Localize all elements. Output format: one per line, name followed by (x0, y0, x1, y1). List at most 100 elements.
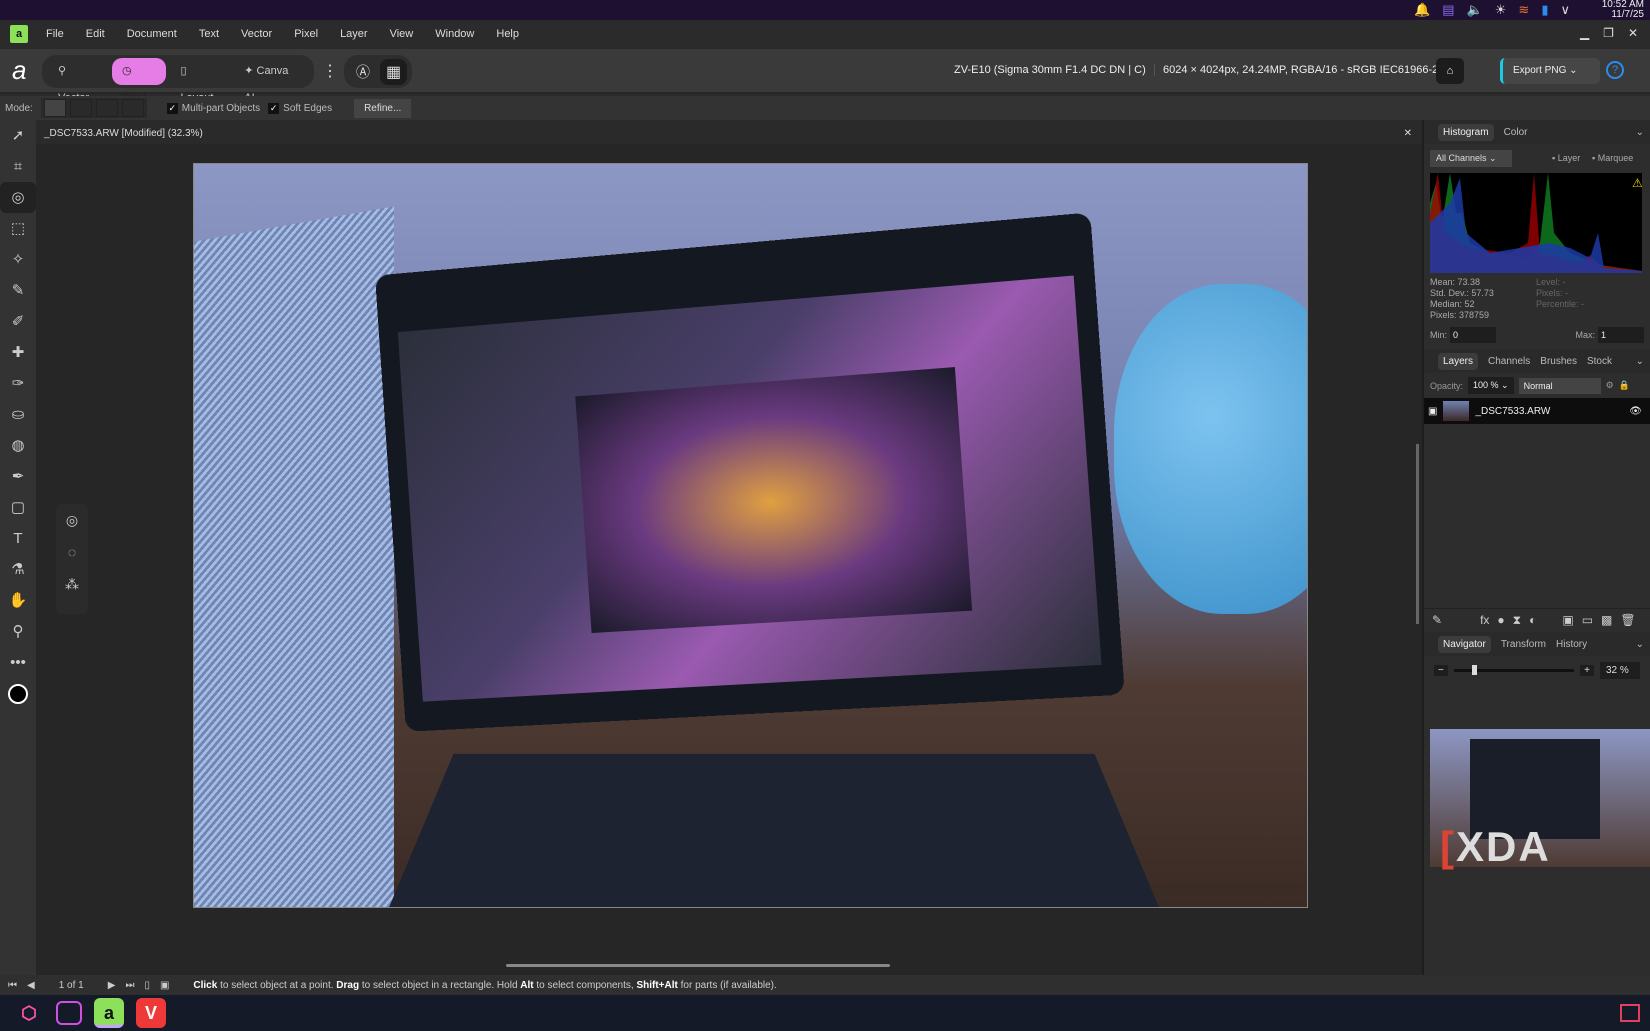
tab-history[interactable]: History (1556, 639, 1587, 650)
more-icon[interactable]: ⋮ (322, 61, 338, 81)
more-tools-icon[interactable]: ••• (0, 647, 36, 678)
multipart-checkbox[interactable]: ✓ Multi-part Objects (166, 102, 260, 114)
menu-text[interactable]: Text (199, 28, 219, 40)
selection-brush-icon[interactable]: ◎ (0, 182, 36, 213)
menu-help[interactable]: Help (496, 28, 519, 40)
tab-transform[interactable]: Transform (1501, 639, 1546, 650)
minimize-icon[interactable]: ▁ (1580, 26, 1589, 40)
pen-tool-icon[interactable]: ✒ (0, 461, 36, 492)
blend-mode-select[interactable]: Normal (1518, 377, 1601, 394)
battery-icon[interactable]: ▮ (1541, 2, 1548, 18)
marquee-tool-icon[interactable]: ⬚ (0, 213, 36, 244)
visibility-eye-icon[interactable]: 👁 (1629, 406, 1642, 417)
mode-add-icon[interactable] (69, 99, 92, 117)
menu-document[interactable]: Document (127, 28, 177, 40)
menu-pixel[interactable]: Pixel (294, 28, 318, 40)
mode-new-icon[interactable] (43, 99, 66, 117)
persona-vector[interactable]: ⚲ Vector (48, 58, 108, 104)
brush-tool-icon[interactable]: ✎ (0, 275, 36, 306)
wifi-icon[interactable]: ≋ (1518, 2, 1529, 18)
menu-window[interactable]: Window (435, 28, 474, 40)
zoom-tool-icon[interactable]: ⚲ (0, 616, 36, 647)
menu-vector[interactable]: Vector (241, 28, 272, 40)
photo-canvas[interactable] (193, 163, 1308, 908)
tab-color[interactable]: Color (1504, 127, 1528, 138)
channel-select[interactable]: All Channels ⌄ (1430, 150, 1512, 167)
persona-pixel[interactable]: ◷ Pixel (111, 58, 167, 104)
first-page-icon[interactable]: ⏮ (8, 980, 17, 991)
zoom-value[interactable]: 32 % (1600, 662, 1640, 679)
live-filter-icon[interactable]: ◐ (1529, 613, 1536, 628)
max-input[interactable]: 1 (1598, 327, 1644, 343)
mode-subtract-icon[interactable] (95, 99, 118, 117)
layer-checkbox[interactable]: ▪ Layer (1552, 153, 1580, 163)
opacity-select[interactable]: 100 % ⌄ (1468, 377, 1514, 394)
panel-menu-icon[interactable]: ⌄ (1636, 639, 1644, 650)
grid-icon[interactable]: ▦ (380, 58, 408, 85)
persona-layout[interactable]: ▯ Layout (170, 58, 230, 104)
persona-canva-ai[interactable]: ✦ Canva AI (234, 58, 308, 104)
text-frame-icon[interactable]: Ⓐ (350, 62, 376, 82)
volume-icon[interactable]: 🔈 (1467, 2, 1483, 18)
lock-icon[interactable]: 🔒 (1619, 380, 1630, 391)
fx-icon[interactable]: fx (1480, 613, 1489, 628)
smart-select-icon[interactable]: ⁂ (56, 568, 88, 600)
mask-icon[interactable]: ● (1497, 613, 1504, 628)
file-manager-icon[interactable] (56, 1001, 82, 1025)
edit-icon[interactable]: ✎ (1432, 613, 1442, 628)
menu-edit[interactable]: Edit (86, 28, 105, 40)
color-swatch[interactable] (8, 684, 28, 704)
horizontal-scrollbar[interactable] (506, 964, 890, 967)
magic-wand-icon[interactable]: ✧ (0, 244, 36, 275)
shape-tool-icon[interactable]: ▢ (0, 492, 36, 523)
pencil-tool-icon[interactable]: ✐ (0, 306, 36, 337)
gear-icon[interactable]: ⚙ (1606, 380, 1614, 391)
help-icon[interactable]: ? (1606, 61, 1624, 79)
close-icon[interactable]: ✕ (1628, 26, 1638, 40)
eyedropper-icon[interactable]: ⚗ (0, 554, 36, 585)
pixel-layer-icon[interactable]: ▩ (1601, 613, 1612, 628)
clone-tool-icon[interactable]: ⛀ (0, 399, 36, 430)
brightness-icon[interactable]: ☀ (1495, 2, 1507, 18)
tab-brushes[interactable]: Brushes (1540, 356, 1577, 367)
restore-icon[interactable]: ❐ (1603, 26, 1614, 40)
panel-menu-icon[interactable]: ⌄ (1636, 356, 1644, 367)
menu-layer[interactable]: Layer (340, 28, 368, 40)
vivaldi-icon[interactable]: V (136, 998, 166, 1028)
clipboard-icon[interactable]: ▤ (1442, 2, 1454, 18)
zoom-out-button[interactable]: − (1434, 665, 1448, 676)
prev-page-icon[interactable]: ◀ (27, 980, 35, 991)
zoom-slider[interactable] (1453, 665, 1575, 675)
zoom-in-button[interactable]: + (1580, 665, 1594, 676)
min-input[interactable]: 0 (1450, 327, 1497, 343)
tab-channels[interactable]: Channels (1488, 356, 1530, 367)
export-png-button[interactable]: Export PNG ⌄ (1500, 58, 1600, 84)
snapping-button[interactable]: ⌂ (1436, 58, 1464, 84)
tab-stock[interactable]: Stock (1587, 356, 1612, 367)
close-document-icon[interactable]: ✕ (1404, 128, 1412, 139)
tab-navigator[interactable]: Navigator (1438, 635, 1491, 653)
soft-edges-checkbox[interactable]: ✓ Soft Edges (268, 102, 332, 114)
dodge-tool-icon[interactable]: ✑ (0, 368, 36, 399)
app-launcher-icon[interactable]: ⬡ (14, 998, 44, 1028)
document-tab[interactable]: _DSC7533.ARW [Modified] (32.3%) ✕ (36, 124, 1422, 144)
vertical-scrollbar[interactable] (1416, 444, 1419, 624)
crop-tool-icon[interactable]: ⌗ (0, 151, 36, 182)
marquee-checkbox[interactable]: ▪ Marquee (1592, 153, 1633, 163)
tab-histogram[interactable]: Histogram (1438, 123, 1494, 141)
page-icon[interactable]: ▯ (144, 980, 150, 991)
menu-file[interactable]: File (46, 28, 64, 40)
adjustment-icon[interactable]: ⧗ (1513, 613, 1521, 628)
refine-mode-icon[interactable]: ◌ (56, 536, 88, 568)
last-page-icon[interactable]: ⏭ (125, 980, 134, 991)
panel-menu-icon[interactable]: ⌄ (1636, 127, 1644, 138)
chevron-down-icon[interactable]: ∨ (1560, 2, 1570, 18)
affinity-taskbar-icon[interactable]: a (94, 998, 124, 1028)
move-tool-icon[interactable]: ➚ (0, 120, 36, 151)
layer-row[interactable]: ▣ _DSC7533.ARW 👁 (1424, 398, 1650, 424)
folder-icon[interactable]: ▭ (1582, 613, 1593, 628)
hand-tool-icon[interactable]: ✋ (0, 585, 36, 616)
show-desktop-icon[interactable] (1620, 1004, 1640, 1022)
tab-layers[interactable]: Layers (1438, 352, 1479, 370)
next-page-icon[interactable]: ▶ (108, 980, 116, 991)
